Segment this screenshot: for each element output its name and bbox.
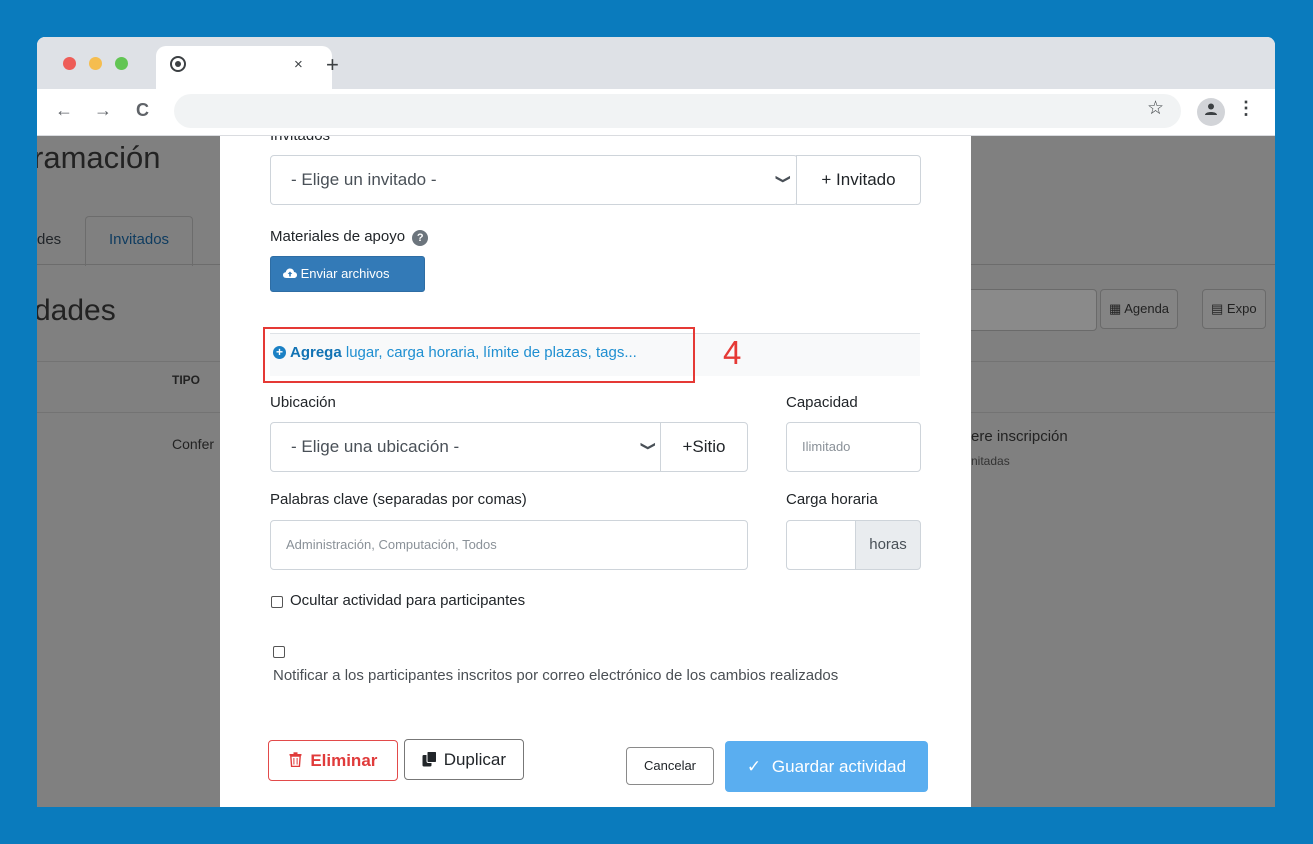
column-header-tipo: TIPO [172,373,201,387]
cancelar-button[interactable]: Cancelar [626,747,714,785]
browser-toolbar: ← → C ☆ ⋮ [37,89,1275,136]
add-sitio-button[interactable]: +Sitio [660,422,748,472]
trash-icon [289,751,307,770]
invitado-select-value: - Elige un invitado - [291,170,437,189]
carga-horaria-input[interactable] [786,520,857,570]
back-icon[interactable]: ← [55,100,73,121]
ubicacion-select-value: - Elige una ubicación - [291,437,460,456]
tab-invitados[interactable]: Invitados [109,231,169,248]
add-invitado-button[interactable]: + Invitado [796,155,921,205]
browser-tab[interactable]: × [156,46,332,89]
minimize-window-light[interactable] [89,57,102,70]
bookmark-star-icon[interactable]: ☆ [1147,97,1164,120]
new-tab-button[interactable]: + [326,52,339,78]
export-button[interactable]: ▤ Expo [1202,289,1266,329]
horas-suffix: horas [855,520,921,570]
activity-modal: Invitados - Elige un invitado - ❯ + Invi… [220,136,971,807]
address-bar[interactable] [174,94,1181,128]
annotation-step-number: 4 [723,334,742,371]
row-limitadas-cell: nitadas [971,454,1010,468]
agenda-button[interactable]: ▦ Agenda [1100,289,1179,329]
ocultar-label: Ocultar actividad para participantes [290,592,526,609]
palabras-clave-input[interactable]: Administración, Computación, Todos [270,520,748,570]
section-heading: dades [37,294,116,327]
copy-icon [422,750,442,769]
row-inscripcion-cell: ere inscripción [971,428,1068,445]
help-icon[interactable]: ? [412,230,429,246]
duplicar-button[interactable]: Duplicar [404,739,524,780]
eliminar-label: Eliminar [310,751,378,770]
invitado-select[interactable]: - Elige un invitado - ❯ [270,155,798,205]
cloud-upload-icon [283,266,301,281]
enviar-archivos-button[interactable]: Enviar archivos [270,256,425,292]
row-tipo-cell: Confer [172,436,215,452]
ocultar-checkbox[interactable] [271,596,283,608]
eliminar-button[interactable]: Eliminar [268,740,398,781]
background-search-input[interactable] [967,289,1097,331]
chevron-down-icon: ❯ [775,173,793,185]
close-window-light[interactable] [63,57,76,70]
export-label: Expo [1226,301,1257,316]
palabras-clave-label: Palabras clave (separadas por comas) [270,491,527,508]
capacidad-input[interactable]: Ilimitado [786,422,921,472]
ubicacion-label: Ubicación [270,394,336,411]
browser-menu-icon[interactable]: ⋮ [1237,98,1255,119]
notificar-checkbox[interactable] [273,646,285,658]
duplicar-label: Duplicar [443,750,507,769]
enviar-archivos-label: Enviar archivos [300,266,390,281]
palabras-clave-placeholder: Administración, Computación, Todos [286,537,497,552]
capacidad-placeholder: Ilimitado [802,439,851,454]
chrome-icon [170,56,186,77]
tab-actividades[interactable]: des [37,231,61,248]
annotation-highlight-box [263,327,695,383]
chevron-down-icon: ❯ [640,440,658,452]
carga-horaria-label: Carga horaria [786,491,878,508]
forward-icon[interactable]: → [94,100,112,121]
materiales-label-text: Materiales de apoyo [270,228,406,245]
capacidad-label: Capacidad [786,394,858,411]
ubicacion-select[interactable]: - Elige una ubicación - ❯ [270,422,662,472]
page-title: ramación [37,140,161,175]
guardar-actividad-button[interactable]: ✓ Guardar actividad [725,741,928,792]
close-tab-icon[interactable]: × [294,56,303,73]
maximize-window-light[interactable] [115,57,128,70]
notificar-label: Notificar a los participantes inscritos … [273,667,839,684]
guardar-label: Guardar actividad [771,757,907,776]
browser-window: × + ← → C ☆ ⋮ ramación des Invitados dad… [37,37,1275,807]
reload-icon[interactable]: C [136,100,149,121]
materiales-label: Materiales de apoyo ? [270,228,429,246]
calendar-icon: ▦ [1109,301,1122,316]
tab-strip: × + [37,37,1275,89]
agenda-label: Agenda [1124,301,1170,316]
profile-avatar-icon[interactable] [1197,98,1225,126]
file-icon: ▤ [1211,301,1224,316]
check-icon: ✓ [746,757,762,776]
page-content: ramación des Invitados dades ▦ Agenda ▤ … [37,136,1275,807]
invitados-label: Invitados [270,136,330,144]
